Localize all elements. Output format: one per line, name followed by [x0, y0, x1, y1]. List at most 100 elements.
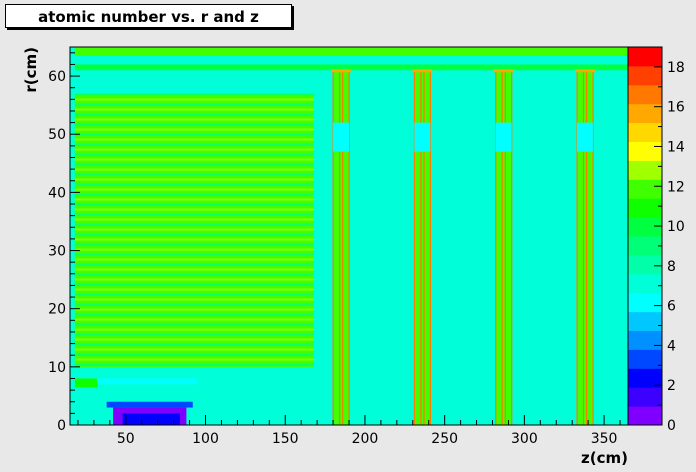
heatmap-layer-stripe [74, 273, 314, 276]
colorbar-tick-label: 14 [667, 139, 685, 155]
colorbar-segment [628, 330, 662, 350]
heatmap-layer-stripe [74, 103, 314, 106]
colorbar-tick-label: 16 [667, 100, 685, 116]
colorbar-tick-label: 0 [667, 418, 676, 434]
colorbar-segment [628, 273, 662, 294]
colorbar-segment [628, 292, 662, 313]
heatmap-region [74, 47, 629, 56]
heatmap-layer-stripe [74, 158, 314, 161]
heatmap-layer-stripe [74, 153, 314, 156]
x-tick-label: 100 [192, 431, 219, 447]
heatmap-layer-stripe [74, 193, 314, 196]
x-tick-label: 200 [352, 431, 379, 447]
y-axis-label: r(cm) [22, 47, 40, 93]
colorbar-segment [628, 349, 662, 369]
colorbar-segment [628, 236, 662, 256]
heatmap-layer-stripe [74, 223, 314, 226]
x-tick-label: 300 [511, 431, 538, 447]
colorbar-tick-label: 2 [667, 378, 676, 394]
heatmap-column-cap [574, 69, 595, 73]
colorbar-tick-label: 10 [667, 219, 685, 235]
heatmap-layer-stripe [74, 133, 314, 136]
heatmap-layer-stripe [74, 208, 314, 211]
heatmap-layer-stripe [74, 143, 314, 146]
heatmap-region [97, 378, 198, 385]
heatmap-layer-stripe [74, 258, 314, 261]
y-tick-label: 20 [48, 302, 66, 318]
heatmap-column-window [414, 122, 431, 152]
heatmap-region [74, 378, 98, 388]
y-tick-label: 30 [48, 244, 66, 260]
colorbar-segment [628, 217, 662, 237]
heatmap-layer-stripe [74, 178, 314, 181]
heatmap-layer-stripe [74, 248, 314, 251]
colorbar-tick-label: 4 [667, 338, 676, 354]
x-tick-label: 150 [272, 431, 299, 447]
plot-canvas: atomic number vs. r and z 50 100 150 200 250… [0, 0, 696, 472]
heatmap-layer-stripe [74, 298, 314, 301]
x-tick-label: 50 [117, 431, 135, 447]
heatmap-layer-stripe [74, 113, 314, 116]
x-tick-label: 250 [431, 431, 458, 447]
heatmap-chart: 50 100 150 200 250 300 350z(cm)0102030405060r(… [22, 46, 685, 467]
heatmap-layer-stripe [74, 183, 314, 186]
heatmap-layer-stripe [74, 243, 314, 246]
heatmap-layer-stripe [74, 218, 314, 221]
heatmap-layer-stripe [74, 118, 314, 121]
y-tick-label: 0 [57, 418, 66, 434]
colorbar-tick-label: 12 [667, 179, 685, 195]
heatmap-layer-stripe [74, 98, 314, 101]
colorbar-segment [628, 387, 662, 407]
heatmap-layer-stripe [74, 303, 314, 306]
heatmap-layer-stripe [74, 173, 314, 176]
heatmap-column-cap [331, 69, 351, 73]
heatmap-layer-stripe [74, 358, 314, 361]
colorbar-segment [628, 179, 662, 199]
heatmap-layer-stripe [74, 278, 314, 281]
heatmap-layer-stripe [74, 93, 314, 96]
heatmap-layer-stripe [74, 233, 314, 236]
colorbar-segment [628, 254, 662, 275]
heatmap-region [106, 401, 193, 408]
heatmap-layer-stripe [74, 293, 314, 296]
heatmap-layer-stripe [74, 108, 314, 111]
heatmap-layer-stripe [74, 333, 314, 336]
heatmap-layer-stripe [74, 168, 314, 171]
heatmap-layer-stripe [74, 268, 314, 271]
heatmap-column-window [333, 122, 349, 152]
heatmap-column-window [576, 122, 593, 152]
heatmap-layer-stripe [74, 148, 314, 151]
heatmap-layer-stripe [74, 188, 314, 191]
colorbar-segment [628, 47, 662, 67]
heatmap-layer-stripe [74, 138, 314, 141]
heatmap-column-cap [493, 69, 514, 73]
y-tick-label: 40 [48, 185, 66, 201]
colorbar-tick-label: 8 [667, 259, 676, 275]
heatmap-layer-stripe [74, 128, 314, 131]
heatmap-region [122, 413, 181, 425]
heatmap-layer-stripe [74, 343, 314, 346]
heatmap-column-window [495, 122, 512, 152]
colorbar-segment [628, 160, 662, 180]
heatmap-layer-stripe [74, 338, 314, 341]
heatmap-layer-stripe [74, 308, 314, 311]
heatmap-layer-stripe [74, 213, 314, 216]
heatmap-layer-stripe [74, 283, 314, 286]
colorbar-segment [628, 122, 662, 142]
colorbar-tick-label: 6 [667, 299, 676, 315]
heatmap-layer-stripe [74, 123, 314, 126]
heatmap-layer-stripe [74, 203, 314, 206]
heatmap-column-cap [412, 69, 433, 73]
heatmap-layer-stripe [74, 323, 314, 326]
heatmap-layer-stripe [74, 288, 314, 291]
heatmap-layer-stripe [74, 348, 314, 351]
x-axis-label: z(cm) [581, 449, 628, 467]
heatmap-layer-stripe [74, 328, 314, 331]
x-tick-label: 350 [591, 431, 618, 447]
colorbar-tick-label: 18 [667, 60, 685, 76]
colorbar-segment [628, 84, 662, 105]
heatmap-layer-stripe [74, 263, 314, 266]
heatmap-layer-stripe [74, 363, 314, 366]
heatmap-region [74, 64, 629, 71]
heatmap-layer-stripe [74, 353, 314, 356]
